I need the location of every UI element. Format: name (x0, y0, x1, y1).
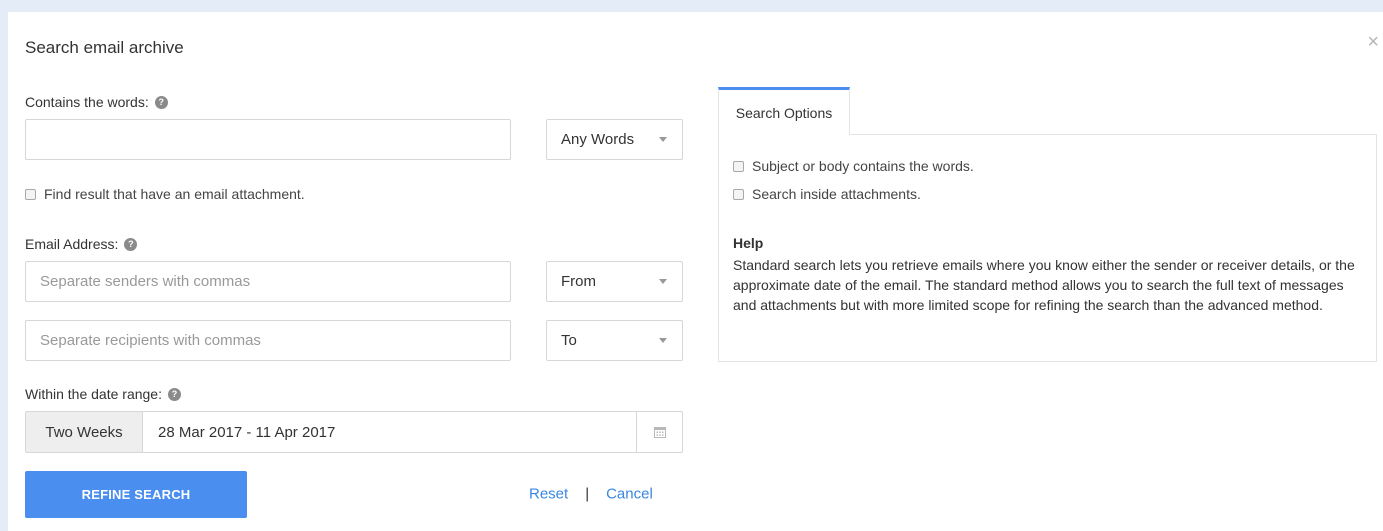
words-input[interactable] (25, 119, 511, 160)
attachment-filter-row[interactable]: Find result that have an email attachmen… (25, 186, 305, 202)
chevron-down-icon (659, 338, 667, 343)
close-icon[interactable]: × (1367, 32, 1379, 52)
chevron-down-icon (659, 279, 667, 284)
link-separator: | (585, 485, 590, 503)
date-range-picker[interactable]: Two Weeks 28 Mar 2017 - 11 Apr 2017 (25, 411, 683, 453)
tab-search-options[interactable]: Search Options (718, 87, 850, 135)
recipients-select-value: To (561, 332, 577, 349)
chevron-down-icon (659, 137, 667, 142)
search-options-panel: Subject or body contains the words. Sear… (718, 134, 1377, 362)
subject-option-label: Subject or body contains the words. (752, 158, 974, 174)
attachments-checkbox[interactable] (733, 188, 744, 200)
help-text: Standard search lets you retrieve emails… (733, 257, 1355, 313)
search-dialog: Search email archive × Contains the word… (8, 12, 1383, 531)
email-label-row: Email Address: ? (25, 236, 138, 252)
senders-input[interactable] (25, 261, 511, 302)
senders-select[interactable]: From (546, 261, 683, 302)
action-links: Reset | Cancel (529, 486, 653, 503)
date-help-icon[interactable]: ? (167, 387, 181, 401)
subject-checkbox[interactable] (733, 160, 744, 172)
words-label: Contains the words: (25, 94, 149, 110)
words-match-select[interactable]: Any Words (546, 119, 683, 160)
dialog-title: Search email archive (25, 38, 184, 57)
help-heading: Help (733, 235, 764, 251)
calendar-icon[interactable] (636, 412, 682, 452)
subject-option-row[interactable]: Subject or body contains the words. (733, 158, 974, 174)
recipients-select[interactable]: To (546, 320, 683, 361)
words-label-row: Contains the words: ? (25, 94, 168, 110)
senders-select-value: From (561, 273, 596, 290)
attachments-option-label: Search inside attachments. (752, 186, 921, 202)
email-help-icon[interactable]: ? (124, 237, 138, 251)
date-preset-button[interactable]: Two Weeks (26, 412, 143, 452)
email-label: Email Address: (25, 236, 119, 252)
cancel-link[interactable]: Cancel (606, 486, 653, 503)
words-help-icon[interactable]: ? (154, 95, 168, 109)
refine-search-button[interactable]: REFINE SEARCH (25, 471, 247, 518)
attachment-checkbox[interactable] (25, 188, 36, 200)
date-range-value[interactable]: 28 Mar 2017 - 11 Apr 2017 (143, 412, 636, 452)
calendar-glyph (653, 427, 666, 438)
reset-link[interactable]: Reset (529, 486, 568, 503)
recipients-input[interactable] (25, 320, 511, 361)
date-label: Within the date range: (25, 386, 162, 402)
attachments-option-row[interactable]: Search inside attachments. (733, 186, 921, 202)
attachment-label: Find result that have an email attachmen… (44, 186, 305, 202)
date-label-row: Within the date range: ? (25, 386, 181, 402)
words-match-value: Any Words (561, 131, 635, 148)
